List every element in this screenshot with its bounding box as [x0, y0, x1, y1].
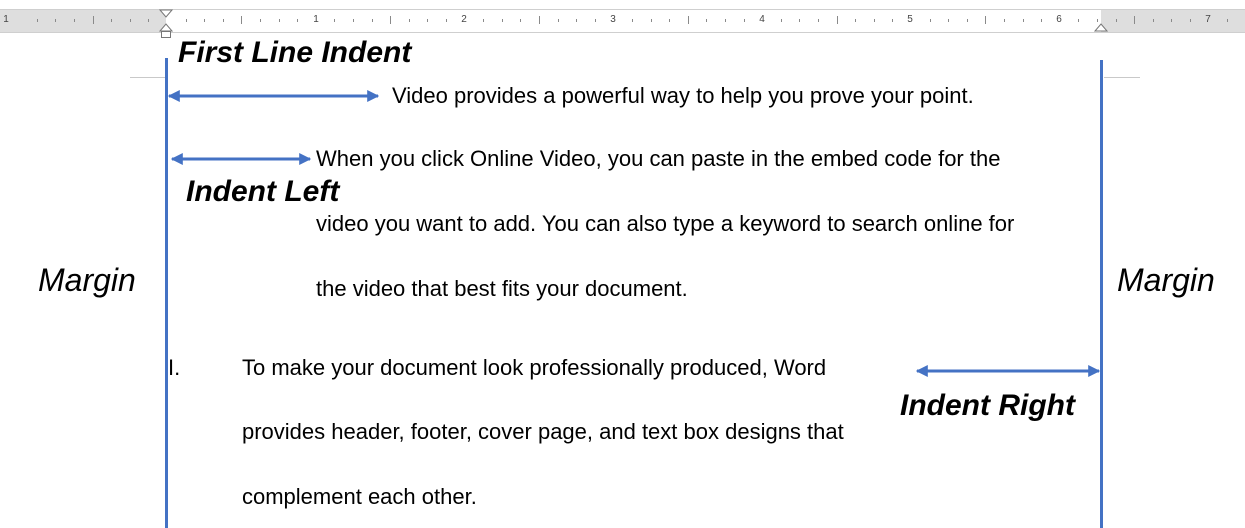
left-margin-label: Margin: [38, 262, 136, 298]
paragraph-3-line-2[interactable]: provides header, footer, cover page, and…: [242, 419, 844, 445]
paragraph-2-line-3[interactable]: the video that best fits your document.: [316, 276, 688, 302]
paragraph-1[interactable]: Video provides a powerful way to help yo…: [392, 83, 974, 109]
paragraph-3-line-3[interactable]: complement each other.: [242, 484, 477, 510]
indent-arrows: [167, 90, 1101, 377]
paragraph-3-line-1[interactable]: To make your document look professionall…: [242, 355, 826, 381]
list-marker: I.: [168, 355, 181, 380]
indent-right-label: Indent Right: [900, 389, 1075, 422]
indent-left-label: Indent Left: [186, 175, 340, 208]
paragraph-2-line-1[interactable]: When you click Online Video, you can pas…: [316, 146, 1000, 172]
paragraph-2-line-2[interactable]: video you want to add. You can also type…: [316, 211, 1014, 237]
first-line-indent-label: First Line Indent: [178, 36, 412, 69]
right-margin-label: Margin: [1117, 262, 1215, 298]
